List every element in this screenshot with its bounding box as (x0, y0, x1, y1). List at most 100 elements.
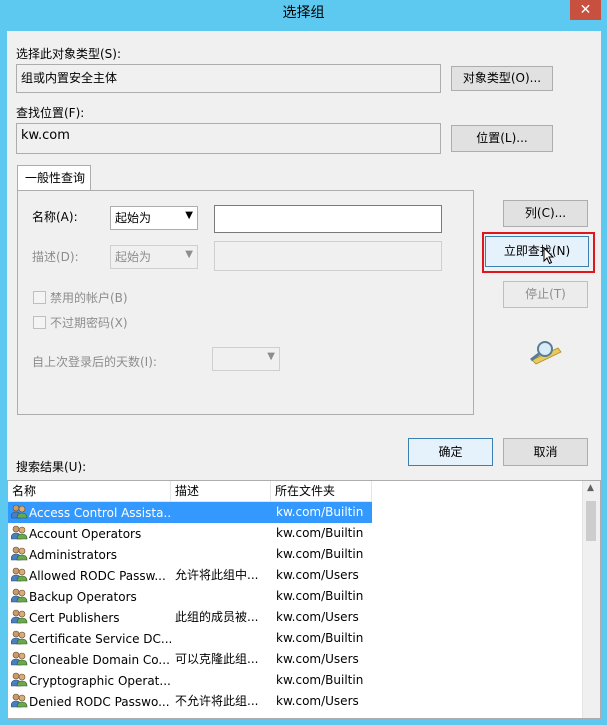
cell-name: Cryptographic Operat... (8, 670, 171, 691)
common-queries-panel: 名称(A): 起始为 ▼ 描述(D): 起始为 ▼ 禁用的帐户(B) 不过期密码… (17, 190, 474, 415)
chevron-down-icon: ▼ (267, 351, 275, 362)
cell-name: Cloneable Domain Co... (8, 649, 171, 670)
table-row[interactable]: Allowed RODC Passw... 允许将此组中... kw.com/Use… (8, 565, 582, 586)
object-type-label: 选择此对象类型(S): (16, 47, 122, 61)
chevron-down-icon: ▼ (185, 210, 193, 221)
table-row[interactable]: Access Control Assista... kw.com/Builtin (8, 502, 582, 523)
disabled-accounts-label: 禁用的帐户(B) (50, 291, 128, 305)
cell-description (171, 670, 271, 691)
cell-name: Allowed RODC Passw... (8, 565, 171, 586)
cell-description (171, 628, 271, 649)
cell-name: Cert Publishers (8, 607, 171, 628)
cell-description: 不允许将此组... (175, 694, 259, 708)
search-results-list[interactable]: 名称 描述 所在文件夹 Access Control Assista... kw.… (7, 480, 601, 719)
table-row[interactable]: Account Operators kw.com/Builtin (8, 523, 582, 544)
results-header: 名称 描述 所在文件夹 (8, 481, 372, 502)
object-type-field: 组或内置安全主体 (16, 64, 441, 93)
checkbox-box (33, 291, 46, 304)
table-row[interactable]: Backup Operators kw.com/Builtin (8, 586, 582, 607)
row-name-text: Cryptographic Operat... (29, 673, 171, 688)
scroll-thumb[interactable] (586, 501, 596, 541)
search-magnifier-icon (530, 341, 562, 365)
cell-description: 此组的成员被... (175, 610, 259, 624)
group-icon (10, 693, 29, 711)
column-header-description[interactable]: 描述 (171, 481, 271, 501)
description-input[interactable] (214, 241, 442, 271)
search-results-label: 搜索结果(U): (16, 460, 87, 474)
cell-description: 允许将此组中... (175, 568, 259, 582)
group-icon (10, 504, 29, 522)
cell-name: Administrators (8, 544, 171, 565)
tab-common-queries[interactable]: 一般性查询 (17, 165, 91, 191)
row-name-text: Administrators (29, 547, 118, 562)
find-now-highlight (482, 232, 595, 273)
locations-button[interactable]: 位置(L)... (451, 125, 553, 152)
cell-name: Certificate Service DC... (8, 628, 171, 649)
row-name-text: Backup Operators (29, 589, 137, 604)
row-name-text: Cert Publishers (29, 610, 120, 625)
name-input[interactable] (214, 205, 442, 233)
cell-description: 可以克隆此组... (175, 652, 259, 666)
cell-name: Account Operators (8, 523, 171, 544)
chevron-down-icon: ▼ (185, 249, 193, 260)
group-icon (10, 672, 29, 690)
row-name-text: Denied RODC Passwo... (29, 694, 170, 709)
cancel-button[interactable]: 取消 (503, 438, 588, 466)
cell-description (171, 523, 271, 544)
cell-folder: kw.com/Users (276, 694, 359, 708)
row-name-text: Access Control Assista... (29, 505, 171, 520)
description-operator-select[interactable]: 起始为 ▼ (110, 245, 198, 269)
description-label: 描述(D): (32, 250, 79, 264)
name-label: 名称(A): (32, 210, 78, 224)
name-operator-select[interactable]: 起始为 ▼ (110, 206, 198, 230)
description-operator-value: 起始为 (115, 250, 152, 264)
name-operator-value: 起始为 (115, 211, 152, 225)
cell-folder: kw.com/Builtin (271, 502, 372, 523)
table-row[interactable]: Certificate Service DC... kw.com/Builtin (8, 628, 582, 649)
cell-name: Access Control Assista... (8, 502, 171, 523)
group-icon (10, 609, 29, 627)
mouse-cursor-icon (543, 247, 555, 265)
group-icon (10, 525, 29, 543)
select-group-dialog: 选择组 ✕ 选择此对象类型(S): 组或内置安全主体 对象类型(O)... 查找… (0, 0, 607, 725)
dialog-client-area: 选择此对象类型(S): 组或内置安全主体 对象类型(O)... 查找位置(F):… (7, 31, 601, 719)
ok-button[interactable]: 确定 (408, 438, 493, 466)
row-name-text: Cloneable Domain Co... (29, 652, 170, 667)
cell-folder: kw.com/Users (276, 610, 359, 624)
cell-folder: kw.com/Builtin (276, 673, 364, 687)
cell-name: Backup Operators (8, 586, 171, 607)
results-scrollbar[interactable]: ▲ (582, 481, 600, 718)
column-header-name[interactable]: 名称 (8, 481, 171, 501)
group-icon (10, 630, 29, 648)
cell-folder: kw.com/Users (276, 568, 359, 582)
location-field: kw.com (16, 123, 441, 154)
row-name-text: Certificate Service DC... (29, 631, 171, 646)
row-name-text: Account Operators (29, 526, 142, 541)
cell-folder: kw.com/Users (276, 652, 359, 666)
object-types-button[interactable]: 对象类型(O)... (451, 66, 553, 91)
table-row[interactable]: Administrators kw.com/Builtin (8, 544, 582, 565)
table-row[interactable]: Cert Publishers 此组的成员被... kw.com/Users (8, 607, 582, 628)
group-icon (10, 567, 29, 585)
cell-description (171, 586, 271, 607)
disabled-accounts-checkbox[interactable]: 禁用的帐户(B) (33, 289, 128, 306)
table-row[interactable]: Cryptographic Operat... kw.com/Builtin (8, 670, 582, 691)
non-expiring-password-label: 不过期密码(X) (50, 316, 128, 330)
checkbox-box (33, 316, 46, 329)
table-row[interactable]: Cloneable Domain Co... 可以克隆此组... kw.com/Us… (8, 649, 582, 670)
location-label: 查找位置(F): (16, 106, 85, 120)
days-since-logon-select[interactable]: ▼ (212, 347, 280, 371)
column-header-folder[interactable]: 所在文件夹 (271, 481, 372, 501)
days-since-logon-label: 自上次登录后的天数(I): (32, 355, 157, 369)
group-icon (10, 546, 29, 564)
columns-button[interactable]: 列(C)... (503, 200, 588, 227)
close-button[interactable]: ✕ (570, 0, 601, 20)
group-icon (10, 588, 29, 606)
stop-button[interactable]: 停止(T) (503, 281, 588, 308)
cell-name: Denied RODC Passwo... (8, 691, 171, 712)
non-expiring-password-checkbox[interactable]: 不过期密码(X) (33, 314, 128, 331)
window-title: 选择组 (282, 5, 325, 21)
table-row[interactable]: Denied RODC Passwo... 不允许将此组... kw.com/Use… (8, 691, 582, 712)
cell-description (171, 544, 271, 565)
cell-folder: kw.com/Builtin (276, 526, 364, 540)
